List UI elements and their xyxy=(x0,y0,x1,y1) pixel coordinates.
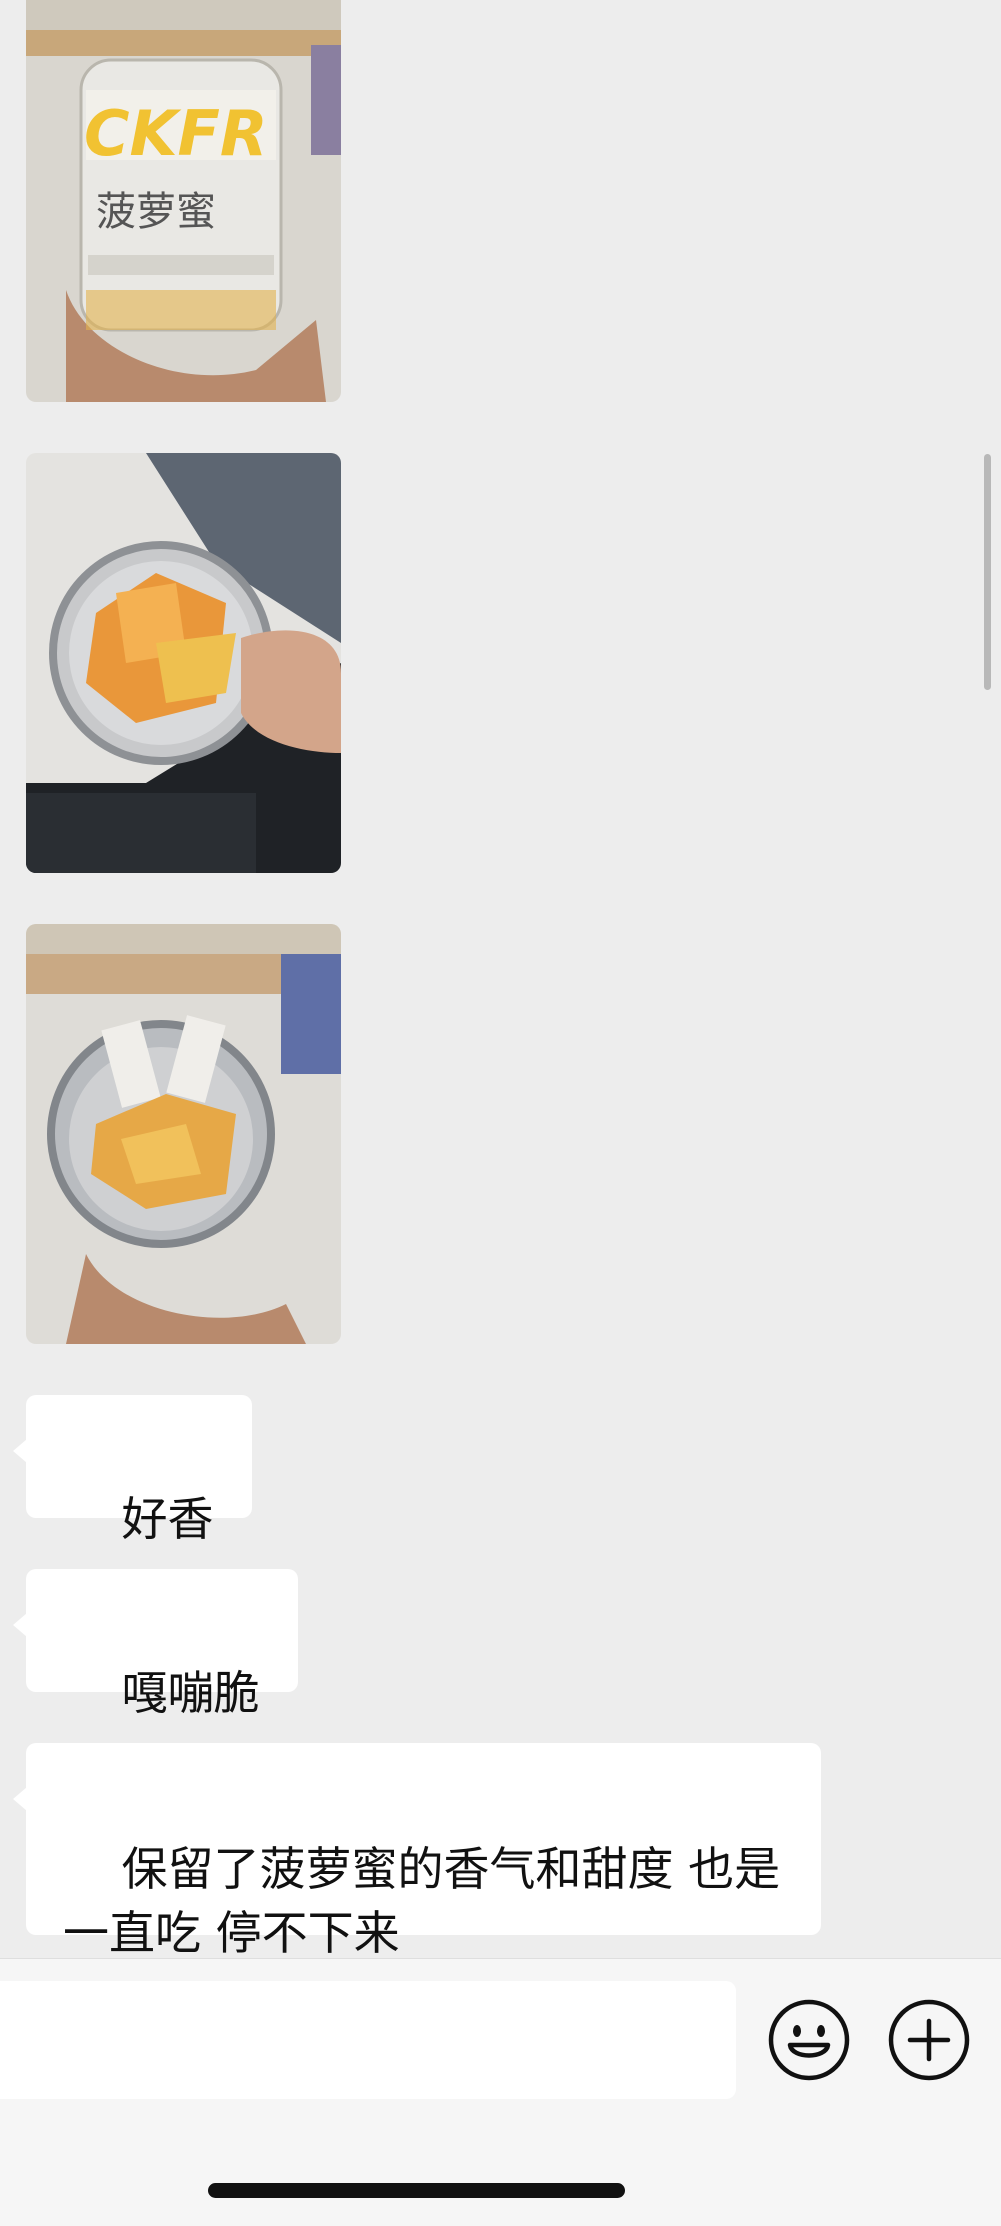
message-text: 嘎嘣脆 xyxy=(121,1666,260,1720)
message-bubble[interactable]: 保留了菠萝蜜的香气和甜度 也是 一直吃 停不下来 xyxy=(13,1743,821,1960)
home-indicator[interactable] xyxy=(208,2183,625,2198)
message-text: 保留了菠萝蜜的香气和甜度 也是 一直吃 停不下来 xyxy=(63,1842,781,1960)
plus-icon xyxy=(888,1999,970,2081)
plus-button[interactable] xyxy=(888,1999,970,2081)
chat-screen: CKFR 菠萝蜜 好香 嘎嘣脆 保留了菠萝蜜的香气和甜度 也是 一直吃 停不下来 xyxy=(0,0,1001,2226)
message-bubble[interactable]: 嘎嘣脆 xyxy=(13,1569,298,1720)
jar-brand-text: CKFR xyxy=(84,97,268,170)
scrollbar[interactable] xyxy=(984,454,991,690)
message-input[interactable] xyxy=(0,1981,736,2099)
photo-jar-open-hand[interactable] xyxy=(26,453,341,873)
jar-label-text: 菠萝蜜 xyxy=(96,189,216,235)
emoji-icon xyxy=(768,1999,850,2081)
message-bubble[interactable]: 好香 xyxy=(13,1395,252,1546)
photo-jar-open-topview-image xyxy=(26,924,341,1344)
photo-jar-open-topview[interactable] xyxy=(26,924,341,1344)
photo-jar-open-hand-image xyxy=(26,453,341,873)
photo-jar-front[interactable]: CKFR 菠萝蜜 xyxy=(26,0,341,402)
photo-jar-front-image: CKFR 菠萝蜜 xyxy=(26,0,341,402)
message-text: 好香 xyxy=(121,1492,214,1546)
emoji-button[interactable] xyxy=(768,1999,850,2081)
